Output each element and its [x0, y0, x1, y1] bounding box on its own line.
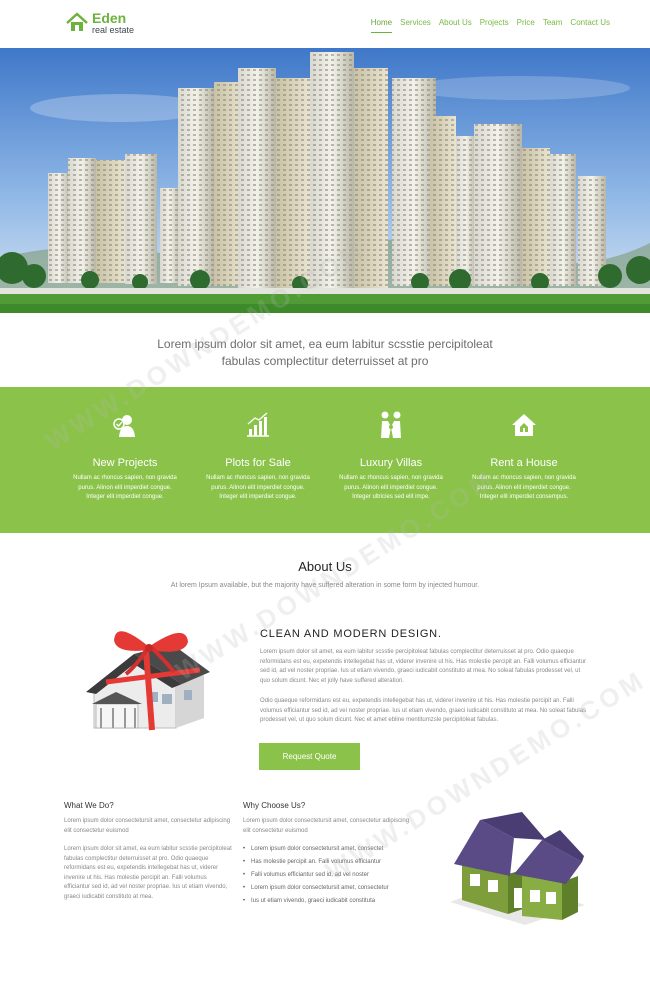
tagline-line-1: Lorem ipsum dolor sit amet, ea eum labit… — [157, 337, 493, 351]
hero-tagline: Lorem ipsum dolor sit amet, ea eum labit… — [0, 336, 650, 370]
agent-icon — [113, 415, 135, 437]
list-item: Lorem ipsum dolor consectetursit amet, c… — [243, 882, 389, 895]
what-we-do-title: What We Do? — [64, 801, 114, 810]
list-item: Falli volumus efficiantur sed id, ad vel… — [243, 869, 389, 882]
what-we-do-intro: Lorem ipsum dolor consectetursit amet, c… — [64, 818, 231, 834]
service-rent-a-house[interactable]: Rent a House Nullam ac rhoncus sapien, n… — [462, 409, 586, 503]
logo[interactable]: Eden real estate — [66, 11, 134, 39]
about-paragraph-1: Lorem ipsum dolor sit amet, ea eum labit… — [260, 649, 587, 684]
why-choose-us-title: Why Choose Us? — [243, 801, 306, 810]
hero-skyline-image — [0, 48, 650, 313]
nav-projects[interactable]: Projects — [480, 18, 509, 33]
main-nav: Home Services About Us Projects Price Te… — [370, 18, 610, 33]
service-luxury-villas[interactable]: Luxury Villas Nullam ac rhoncus sapien, … — [329, 409, 453, 503]
logo-house-icon — [66, 12, 88, 31]
nav-home[interactable]: Home — [370, 18, 393, 33]
nav-price[interactable]: Price — [517, 18, 535, 33]
gift-house-image — [86, 631, 210, 731]
hero-banner — [0, 48, 650, 313]
logo-title: Eden — [92, 10, 127, 26]
about-subtitle: At lorem Ipsum available, but the majori… — [170, 582, 480, 589]
why-choose-us-list: Lorem ipsum dolor consectetursit amet, c… — [243, 843, 389, 908]
service-title: Plots for Sale — [225, 457, 291, 469]
growth-chart-icon — [247, 412, 269, 437]
list-item: Ius ut etiam vivendo, graeci iudicabit c… — [243, 895, 389, 908]
about-paragraph-2: Odio quaeque reformidans est eu, expeten… — [260, 698, 587, 723]
service-new-projects[interactable]: New Projects Nullam ac rhoncus sapien, n… — [63, 409, 187, 503]
request-quote-button[interactable]: Request Quote — [259, 743, 360, 770]
services-band: New Projects Nullam ac rhoncus sapien, n… — [0, 387, 650, 533]
about-title: About Us — [298, 559, 352, 574]
green-house-image — [450, 812, 585, 925]
handshake-icon — [381, 411, 401, 438]
service-title: New Projects — [92, 457, 158, 469]
nav-contact-us[interactable]: Contact Us — [570, 18, 610, 33]
site-header: Eden real estate Home Services About Us … — [0, 0, 650, 48]
service-title: Rent a House — [490, 457, 558, 469]
service-text: Nullam ac rhoncus sapien, non gravida pu… — [206, 475, 310, 500]
service-plots-for-sale[interactable]: Plots for Sale Nullam ac rhoncus sapien,… — [196, 409, 320, 503]
nav-about-us[interactable]: About Us — [439, 18, 472, 33]
tagline-line-2: fabulas complectitur deterruisset at pro — [221, 354, 429, 368]
service-text: Nullam ac rhoncus sapien, non gravida pu… — [73, 475, 177, 500]
service-text: Nullam ac rhoncus sapien, non gravida pu… — [472, 475, 576, 500]
logo-subtitle: real estate — [92, 25, 135, 35]
about-heading: CLEAN AND MODERN DESIGN. — [260, 628, 442, 640]
why-choose-us-intro: Lorem ipsum dolor consectetursit amet, c… — [243, 818, 410, 834]
list-item: Has molestie percipit an. Falli volumus … — [243, 856, 389, 869]
service-title: Luxury Villas — [359, 457, 423, 469]
service-text: Nullam ac rhoncus sapien, non gravida pu… — [339, 475, 443, 500]
house-icon — [512, 414, 536, 436]
list-item: Lorem ipsum dolor consectetursit amet, c… — [243, 843, 389, 856]
nav-services[interactable]: Services — [400, 18, 431, 33]
nav-team[interactable]: Team — [543, 18, 563, 33]
what-we-do-body: Lorem ipsum dolor sit amet, ea eum labit… — [64, 846, 232, 900]
